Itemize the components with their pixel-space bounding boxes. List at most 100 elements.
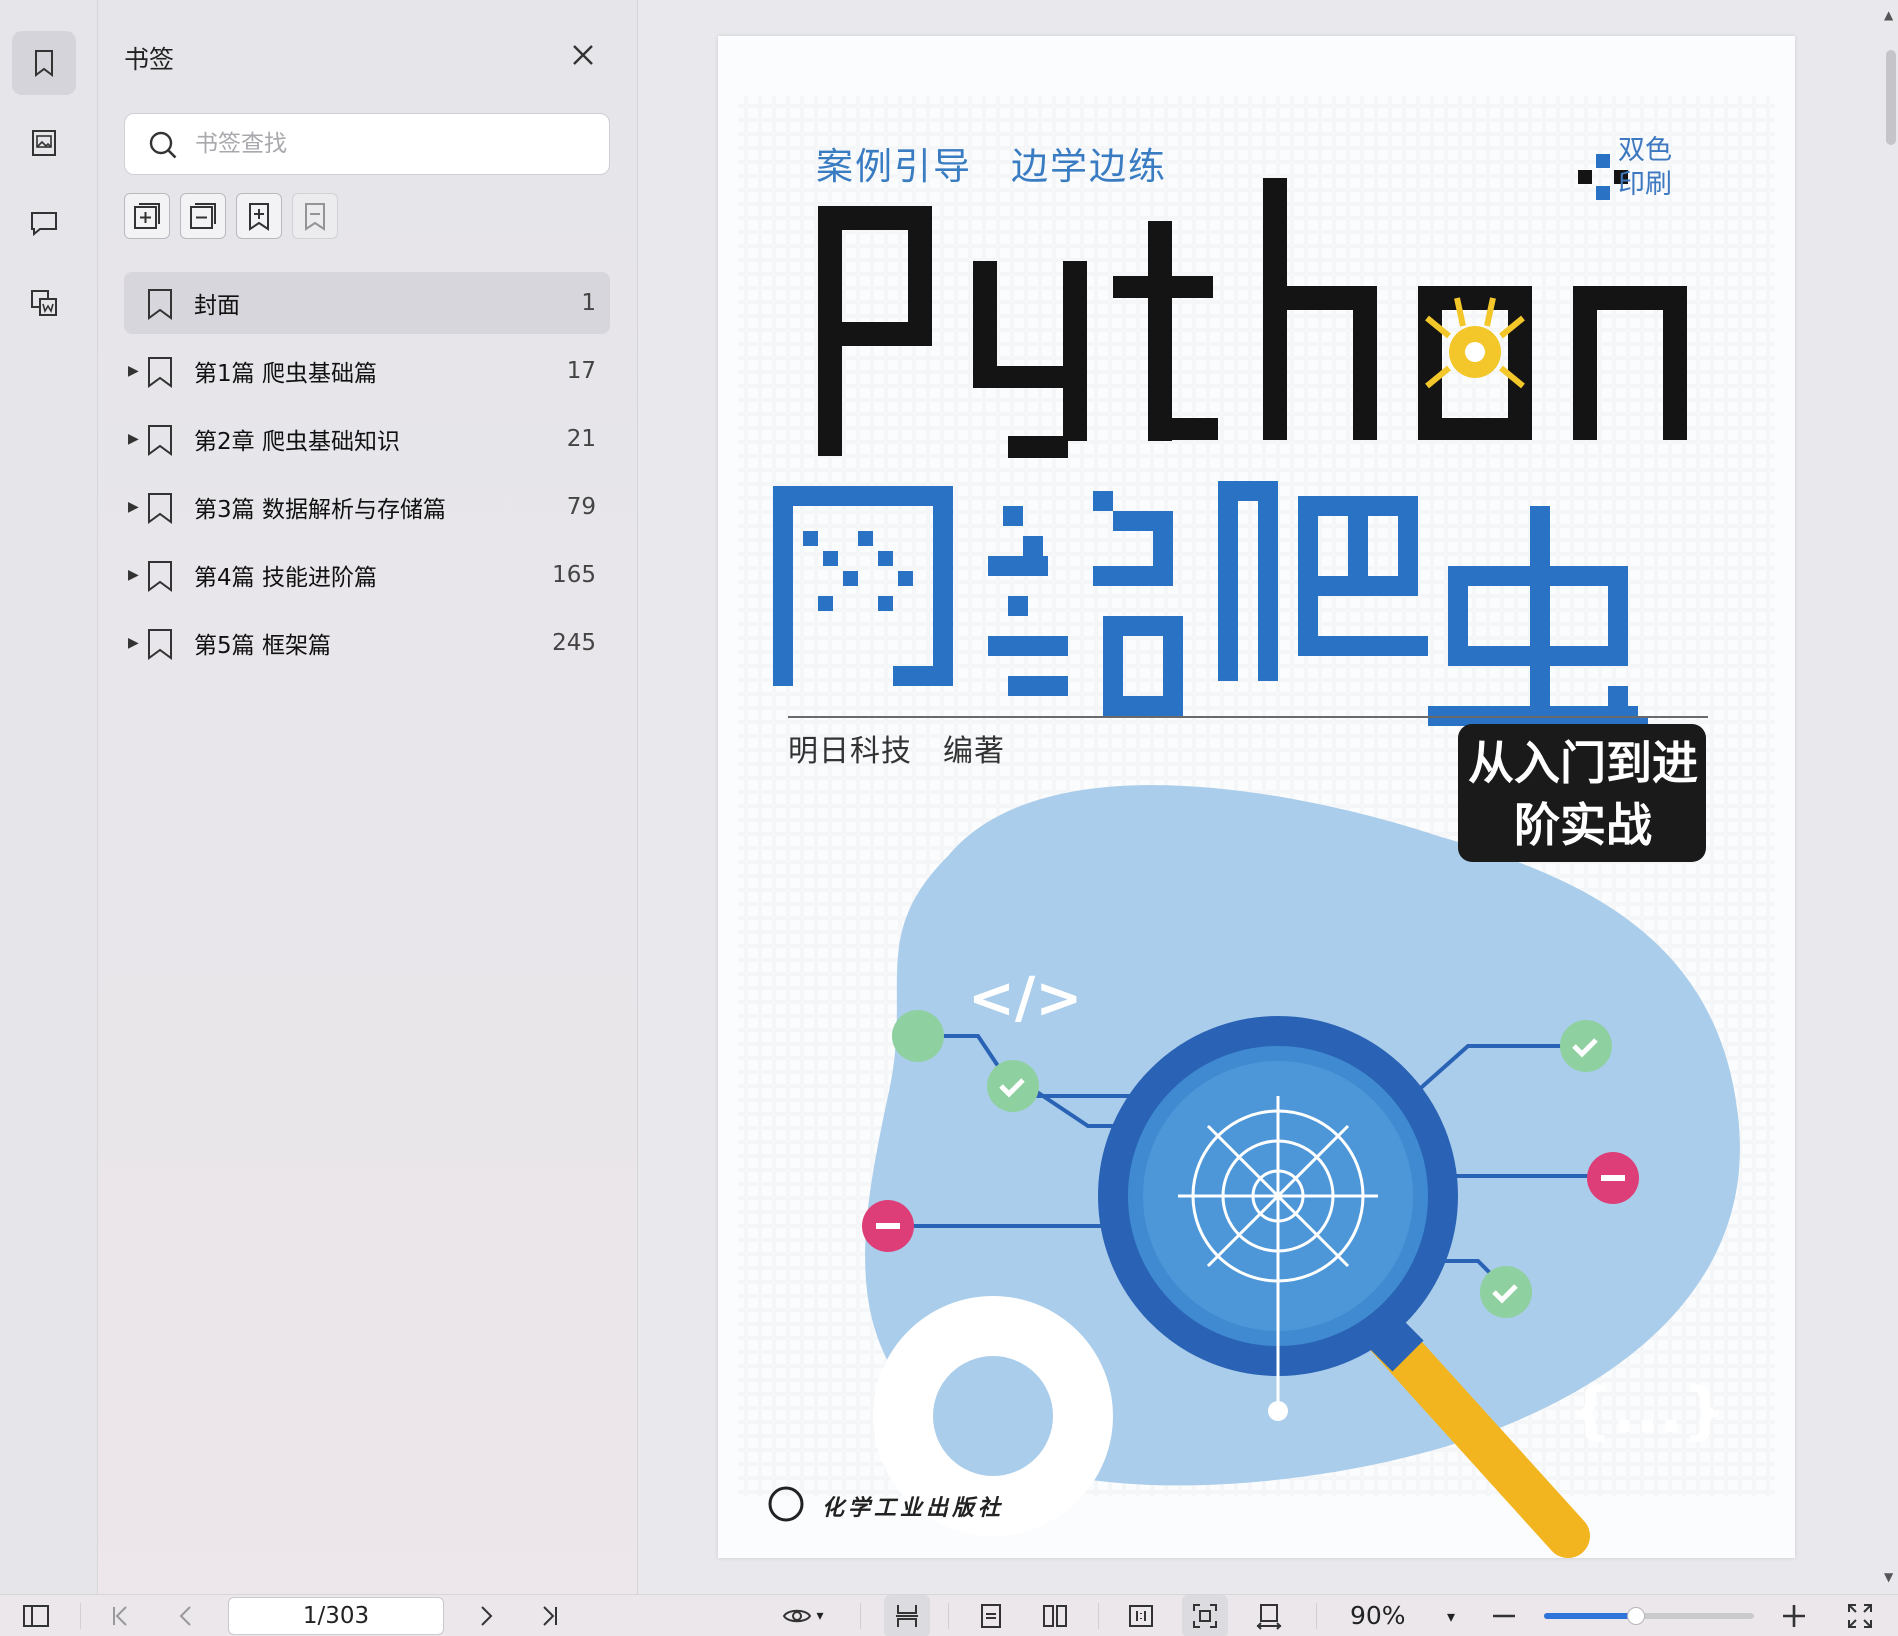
vertical-scrollbar[interactable]: ▲ ▼ [1882, 0, 1898, 1594]
tool-rail [0, 0, 98, 1594]
comment-panel-button[interactable] [12, 191, 76, 255]
bookmark-panel-button[interactable] [12, 31, 76, 95]
plus-icon [1783, 1605, 1805, 1627]
continuous-scroll-button[interactable] [884, 1595, 930, 1636]
fit-page-icon [1193, 1604, 1217, 1628]
fullscreen-icon [1848, 1604, 1872, 1628]
bookmark-search[interactable] [124, 113, 610, 175]
actual-size-icon [1129, 1605, 1153, 1627]
document-viewport[interactable]: 案例引导 边学边练 双色印刷 明日科技 编著 从入门到进阶实战 </> {...… [638, 0, 1898, 1594]
bookmark-label: 第2章 爬虫基础知识 [194, 429, 400, 455]
first-page-button[interactable] [100, 1595, 140, 1636]
bookmark-item[interactable]: ▶ 第4篇 技能进阶篇 165 [124, 544, 610, 606]
code-tag: </> [968, 966, 1083, 1031]
two-page-icon [1043, 1605, 1067, 1627]
expand-arrow-icon[interactable]: ▶ [128, 363, 139, 379]
scroll-down-icon[interactable]: ▼ [1884, 1570, 1893, 1584]
bookmark-item[interactable]: ▶ 第5篇 框架篇 245 [124, 612, 610, 674]
bookmark-label: 第1篇 爬虫基础篇 [194, 361, 377, 387]
expand-arrow-icon[interactable]: ▶ [128, 431, 139, 447]
remove-bookmark-button[interactable] [292, 193, 338, 239]
separator [860, 1603, 861, 1629]
toggle-sidebar-button[interactable] [14, 1595, 58, 1636]
bookmark-icon [148, 357, 172, 388]
expand-all-button[interactable] [124, 193, 170, 239]
zoom-slider-fill [1544, 1613, 1637, 1619]
pdf-page: 案例引导 边学边练 双色印刷 明日科技 编著 从入门到进阶实战 </> {...… [718, 36, 1795, 1558]
fit-width-icon [1256, 1604, 1282, 1630]
next-page-button[interactable] [466, 1595, 506, 1636]
separator [948, 1603, 949, 1629]
bookmark-icon [148, 289, 172, 320]
bookmark-label: 第4篇 技能进阶篇 [194, 565, 377, 591]
bookmark-icon [148, 425, 172, 456]
bookmark-item[interactable]: ▶ 第2章 爬虫基础知识 21 [124, 408, 610, 470]
bookmark-label: 封面 [194, 293, 240, 319]
search-icon [149, 131, 177, 159]
zoom-slider[interactable] [1544, 1607, 1754, 1625]
zoom-slider-knob[interactable] [1627, 1607, 1646, 1625]
fit-page-button[interactable] [1182, 1595, 1228, 1636]
single-page-icon [981, 1604, 1001, 1628]
two-page-button[interactable] [1032, 1595, 1078, 1636]
separator [1098, 1603, 1099, 1629]
cover-subtitle: 从入门到进阶实战 [1468, 736, 1698, 852]
cover-publisher: 化学工业出版社 [822, 1496, 1005, 1521]
panel-title: 书签 [124, 45, 175, 74]
bookmark-page: 17 [566, 358, 596, 384]
previous-page-button[interactable] [166, 1595, 206, 1636]
attachment-panel-button[interactable] [12, 271, 76, 335]
collapse-all-button[interactable] [180, 193, 226, 239]
fullscreen-button[interactable] [1840, 1595, 1880, 1636]
view-mode-dropdown[interactable]: ▾ [770, 1595, 836, 1636]
bookmark-page: 245 [552, 630, 596, 656]
remove-bookmark-icon [305, 203, 325, 231]
bookmark-icon [148, 629, 172, 660]
bookmark-item[interactable]: ▶ 第1篇 爬虫基础篇 17 [124, 340, 610, 402]
cover-subtitle-box: 从入门到进阶实战 [1458, 724, 1706, 862]
separator [80, 1603, 81, 1629]
bookmark-page: 165 [552, 562, 596, 588]
close-icon[interactable] [568, 40, 598, 70]
brace-tag: {...} [1568, 1374, 1727, 1447]
actual-size-button[interactable] [1118, 1595, 1164, 1636]
sidebar-toggle-icon [23, 1605, 49, 1627]
separator [1316, 1603, 1317, 1629]
bookmark-page: 79 [566, 494, 596, 520]
last-page-icon [543, 1606, 557, 1626]
bookmark-panel: 书签 封面 1 ▶ 第1篇 爬虫基础篇 17 ▶ 第2章 爬虫基础知识 21 ▶… [98, 0, 638, 1594]
bookmark-label: 第3篇 数据解析与存储篇 [194, 497, 446, 523]
comment-icon [31, 212, 57, 237]
add-bookmark-icon [249, 203, 269, 231]
add-bookmark-button[interactable] [236, 193, 282, 239]
zoom-value[interactable]: 90% [1350, 1595, 1406, 1636]
search-input[interactable] [195, 124, 595, 164]
zoom-in-button[interactable] [1776, 1595, 1812, 1636]
bookmark-icon [148, 561, 172, 592]
scrollbar-thumb[interactable] [1886, 50, 1896, 145]
expand-arrow-icon[interactable]: ▶ [128, 567, 139, 583]
expand-arrow-icon[interactable]: ▶ [128, 499, 139, 515]
bookmark-item-cover[interactable]: 封面 1 [124, 272, 610, 334]
page-number-field[interactable]: 1/303 [228, 1597, 444, 1635]
bookmark-icon [148, 493, 172, 524]
zoom-dropdown-button[interactable]: ▾ [1436, 1595, 1466, 1636]
zoom-out-button[interactable] [1486, 1595, 1522, 1636]
minus-icon [1493, 1614, 1515, 1618]
collapse-all-icon [190, 203, 216, 229]
chevron-right-icon [481, 1606, 493, 1626]
scroll-up-icon[interactable]: ▲ [1884, 8, 1893, 22]
thumbnail-icon [32, 130, 56, 156]
thumbnail-panel-button[interactable] [12, 111, 76, 175]
expand-arrow-icon[interactable]: ▶ [128, 635, 139, 651]
fit-width-button[interactable] [1246, 1595, 1292, 1636]
single-page-button[interactable] [968, 1595, 1014, 1636]
cover-slogan: 案例引导 边学边练 [816, 145, 1167, 188]
cover-print-badge: 双色印刷 [1618, 135, 1672, 200]
status-bar: 1/303 ▾ 90% ▾ [0, 1594, 1898, 1636]
cover-author: 明日科技 编著 [788, 734, 1005, 769]
expand-all-icon [134, 203, 160, 229]
last-page-button[interactable] [530, 1595, 570, 1636]
first-page-icon [113, 1606, 127, 1626]
bookmark-item[interactable]: ▶ 第3篇 数据解析与存储篇 79 [124, 476, 610, 538]
